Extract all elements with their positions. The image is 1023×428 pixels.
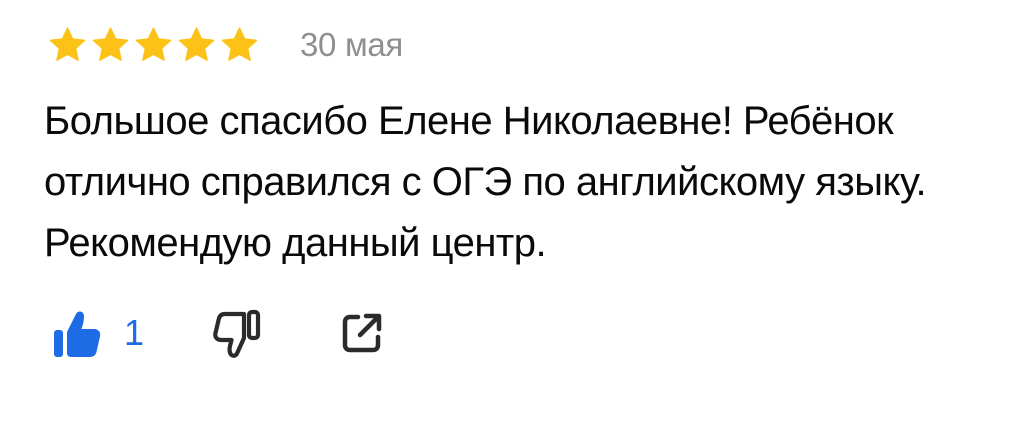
review-text: Большое спасибо Елене Николаевне! Ребёно… [44, 99, 927, 265]
share-button[interactable] [340, 311, 384, 355]
review-date: 30 мая [300, 26, 403, 63]
share-icon [340, 311, 384, 355]
like-button[interactable]: 1 [50, 306, 144, 360]
star-icon [176, 27, 217, 63]
star-icon [219, 27, 260, 63]
dislike-button[interactable] [212, 308, 262, 358]
star-icon [47, 27, 88, 63]
like-count: 1 [124, 312, 145, 353]
rating-row: 30 мая [47, 27, 403, 63]
thumbs-up-icon [50, 308, 102, 358]
star-rating [47, 27, 260, 63]
thumbs-down-icon [212, 308, 262, 358]
star-icon [90, 27, 131, 63]
review-card: 30 мая Большое спасибо Елене Николаевне!… [0, 0, 1023, 428]
review-actions: 1 [50, 306, 384, 360]
star-icon [133, 27, 174, 63]
